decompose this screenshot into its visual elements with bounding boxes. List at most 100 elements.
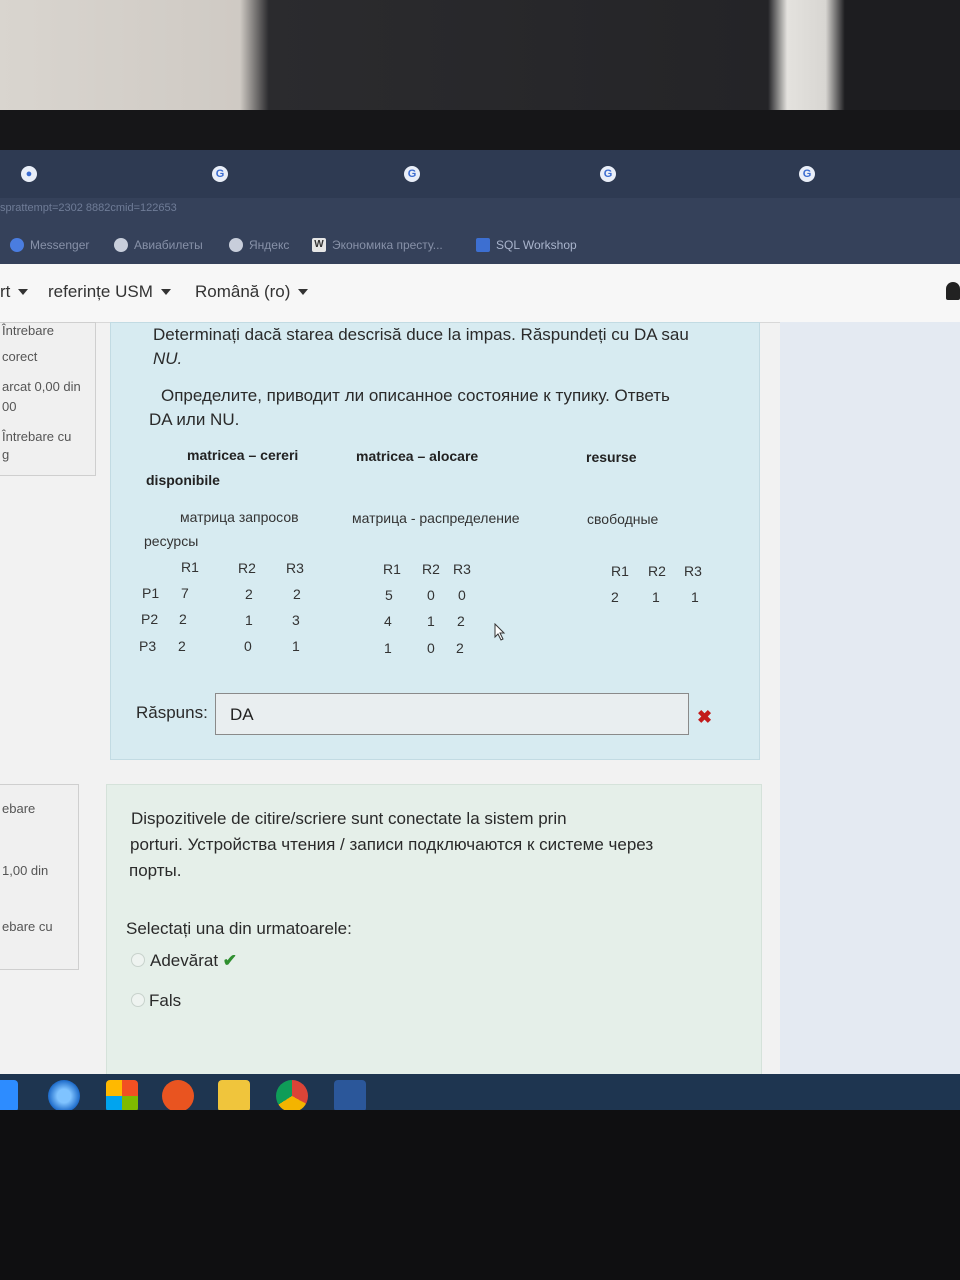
right-column <box>780 322 960 1110</box>
nav-menu-references[interactable]: referințe USM <box>48 282 171 302</box>
windows-store-icon[interactable] <box>106 1080 138 1110</box>
column-header: R1 <box>181 559 199 575</box>
info-text: 00 <box>2 399 17 414</box>
question-text: porturi. Устройства чтения / записи подк… <box>130 835 654 854</box>
alocare-cell: 0 <box>427 587 435 603</box>
answer-label: Răspuns: <box>136 703 208 722</box>
row-label: P3 <box>139 638 157 654</box>
globe-icon <box>229 238 243 252</box>
url-text: sprattempt=2302 8882cmid=122653 <box>0 202 177 214</box>
question-1-content: Determinați dacă starea descrisă duce la… <box>110 322 760 760</box>
subheader-raspredelenie: матрица - распределение <box>352 510 520 526</box>
disponibile-cell: 1 <box>691 589 699 605</box>
info-text: Întrebare <box>2 323 55 338</box>
cereri-cell: 1 <box>245 612 253 628</box>
column-header: R3 <box>453 561 471 577</box>
subheader-svobodnye: свободные <box>587 511 659 527</box>
option-label: Adevărat <box>150 951 219 970</box>
file-explorer-icon[interactable] <box>218 1080 250 1110</box>
bookmark-label: Авиабилеты <box>134 238 203 252</box>
column-header: R1 <box>611 563 629 579</box>
cereri-cell: 2 <box>245 586 253 602</box>
nav-label: rt <box>0 282 11 301</box>
alocare-cell: 0 <box>427 640 435 656</box>
incorrect-icon: ✖ <box>697 707 713 727</box>
chrome-icon[interactable] <box>276 1080 308 1110</box>
bookmark-messenger[interactable]: Messenger <box>10 236 89 254</box>
question-text: порты. <box>129 861 182 880</box>
google-icon[interactable]: G <box>600 166 616 182</box>
header-cereri: matricea – cereri <box>187 447 299 463</box>
info-text: arcat 0,00 din <box>2 379 81 394</box>
select-prompt: Selectați una din urmatoarele: <box>126 919 352 938</box>
row-label: P2 <box>141 611 159 627</box>
alocare-cell: 2 <box>456 640 464 656</box>
bookmark-yandex[interactable]: Яндекс <box>229 236 289 254</box>
bookmarks-bar: Messenger Авиабилеты Яндекс W Экономика … <box>0 226 960 264</box>
cereri-cell: 2 <box>178 638 186 654</box>
question-2-content: Dispozitivele de citire/scriere sunt con… <box>106 784 762 1076</box>
cereri-cell: 1 <box>292 638 300 654</box>
info-text: 1,00 din <box>2 863 49 878</box>
google-icon[interactable]: G <box>404 166 420 182</box>
bookmark-label: SQL Workshop <box>496 238 577 252</box>
header-resurse: resurse <box>586 449 637 465</box>
header-disponibile: disponibile <box>146 472 220 488</box>
option-true-label[interactable]: Adevărat ✔ <box>150 949 237 973</box>
word-app-icon[interactable] <box>334 1080 366 1110</box>
chevron-down-icon <box>298 289 309 295</box>
subheader-resursy: ресурсы <box>144 533 199 549</box>
info-text: g <box>2 447 10 462</box>
chevron-down-icon <box>160 289 171 295</box>
question-text-ru: DA или NU. <box>149 410 240 429</box>
address-bar[interactable]: sprattempt=2302 8882cmid=122653 <box>0 198 960 226</box>
cereri-cell: 2 <box>293 586 301 602</box>
monitor-screen: ● G G G G sprattempt=2302 8882cmid=12265… <box>0 150 960 1110</box>
question-text-ro: NU. <box>153 349 183 368</box>
question-text-ru: Определите, приводит ли описанное состоя… <box>161 386 670 405</box>
globe-icon <box>114 238 128 252</box>
question-info-1: Întrebare corect arcat 0,00 din 00 Între… <box>0 322 96 476</box>
column-header: R3 <box>286 560 304 576</box>
flag-question-link[interactable]: Întrebare cu <box>2 429 71 444</box>
bookmark-economics[interactable]: W Экономика престу... <box>312 236 443 254</box>
ubuntu-icon[interactable] <box>162 1080 194 1110</box>
word-icon: W <box>312 238 326 252</box>
chevron-down-icon <box>18 289 29 295</box>
cereri-cell: 0 <box>244 638 252 654</box>
ie-browser-icon[interactable] <box>48 1080 80 1110</box>
google-icon[interactable]: G <box>212 166 228 182</box>
option-false-label[interactable]: Fals <box>149 989 181 1013</box>
notification-bell-icon[interactable] <box>946 282 960 300</box>
alocare-cell: 2 <box>457 613 465 629</box>
zoom-app-icon[interactable] <box>0 1080 18 1110</box>
radio-false[interactable] <box>131 993 145 1007</box>
bookmark-label: Messenger <box>30 238 90 252</box>
alocare-cell: 5 <box>385 587 393 603</box>
google-icon[interactable]: G <box>799 166 815 182</box>
nav-menu-support[interactable]: rt <box>0 282 29 302</box>
alocare-cell: 1 <box>427 613 435 629</box>
windows-taskbar <box>0 1074 960 1110</box>
bookmark-sql-workshop[interactable]: SQL Workshop <box>476 236 577 254</box>
column-header: R1 <box>383 561 401 577</box>
info-text: ebare <box>2 801 36 816</box>
row-label: P1 <box>142 585 160 601</box>
bookmark-aviabilety[interactable]: Авиабилеты <box>114 236 203 254</box>
site-navbar: rt referințe USM Română (ro) <box>0 264 960 323</box>
subheader-zaprosov: матрица запросов <box>180 509 299 525</box>
flag-question-link[interactable]: ebare cu <box>2 919 53 934</box>
check-icon: ✔ <box>222 951 238 970</box>
question-text: Dispozitivele de citire/scriere sunt con… <box>131 809 567 828</box>
question-text-ro: Determinați dacă starea descrisă duce la… <box>153 325 689 344</box>
monitor-bezel <box>0 1110 960 1280</box>
column-header: R2 <box>648 563 666 579</box>
radio-true[interactable] <box>131 953 145 967</box>
bookmark-label: Яндекс <box>249 238 290 252</box>
messenger-icon <box>10 238 24 252</box>
globe-icon[interactable]: ● <box>21 166 37 182</box>
language-menu[interactable]: Română (ro) <box>195 282 309 302</box>
photo-background <box>0 0 960 160</box>
answer-input[interactable]: DA <box>215 693 689 735</box>
sql-icon <box>476 238 490 252</box>
